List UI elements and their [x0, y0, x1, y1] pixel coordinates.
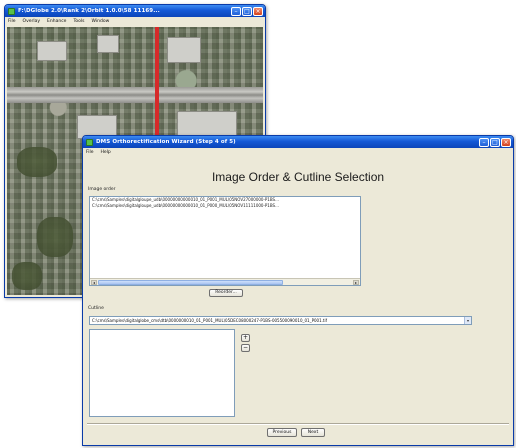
- maximize-icon[interactable]: □: [242, 6, 252, 16]
- menu-overlay[interactable]: Overlay: [23, 19, 41, 24]
- list-item[interactable]: C:\cms\Samples\digitalgloupe_udb\0000000…: [90, 203, 360, 209]
- highway: [7, 87, 263, 103]
- building: [97, 35, 119, 53]
- footer-divider: [87, 423, 509, 425]
- menu-help[interactable]: Help: [101, 150, 111, 155]
- reorder-button[interactable]: Reorder...: [209, 289, 243, 297]
- cutline-value: C:\cms\Samples\digitalglobe_cms\dtb\0000…: [92, 318, 327, 323]
- map-viewer-titlebar[interactable]: F:\DGlobe 2.0\Rank 2\Orbit 1.0.0\58 1116…: [5, 5, 265, 17]
- app-icon: [8, 7, 15, 15]
- image-order-list[interactable]: C:\cms\Samples\digitalgloupe_udb\0000000…: [89, 196, 361, 286]
- menu-window[interactable]: Window: [92, 19, 110, 24]
- next-button[interactable]: Next: [301, 428, 325, 437]
- map-viewer-title: F:\DGlobe 2.0\Rank 2\Orbit 1.0.0\58 1116…: [18, 8, 160, 14]
- vegetation: [37, 217, 73, 257]
- orthorectification-wizard-window: DMS Orthorectification Wizard (Step 4 of…: [82, 135, 514, 446]
- menu-enhance[interactable]: Enhance: [47, 19, 66, 24]
- cutline-list[interactable]: [89, 329, 235, 417]
- scrollbar-thumb[interactable]: [98, 280, 283, 285]
- minimize-icon[interactable]: –: [231, 6, 241, 16]
- vegetation: [17, 147, 57, 177]
- menu-tools[interactable]: Tools: [73, 19, 84, 24]
- cutline-select[interactable]: C:\cms\Samples\digitalglobe_cms\dtb\0000…: [89, 316, 472, 325]
- building: [167, 37, 201, 63]
- menu-file[interactable]: File: [86, 150, 94, 155]
- scroll-left-icon[interactable]: ◂: [91, 280, 97, 285]
- wizard-title: DMS Orthorectification Wizard (Step 4 of…: [96, 139, 236, 145]
- add-button[interactable]: +: [241, 334, 250, 342]
- close-icon[interactable]: ×: [501, 137, 511, 147]
- menu-file[interactable]: File: [8, 19, 16, 24]
- building: [37, 41, 67, 61]
- map-viewer-menubar: File Overlay Enhance Tools Window: [5, 17, 265, 25]
- page-title: Image Order & Cutline Selection: [211, 170, 385, 184]
- image-order-label: Image order: [88, 187, 116, 192]
- horizontal-scrollbar[interactable]: ◂ ▸: [90, 278, 360, 285]
- minimize-icon[interactable]: –: [479, 137, 489, 147]
- remove-button[interactable]: −: [241, 344, 250, 352]
- cutline-label: Cutline: [88, 306, 104, 311]
- scroll-right-icon[interactable]: ▸: [353, 280, 359, 285]
- wizard-menubar: File Help: [83, 148, 513, 156]
- maximize-icon[interactable]: □: [490, 137, 500, 147]
- chevron-down-icon[interactable]: ▾: [464, 317, 471, 324]
- wizard-titlebar[interactable]: DMS Orthorectification Wizard (Step 4 of…: [83, 136, 513, 148]
- previous-button[interactable]: Previous: [267, 428, 297, 437]
- close-icon[interactable]: ×: [253, 6, 263, 16]
- app-icon: [86, 138, 93, 146]
- vegetation: [12, 262, 42, 290]
